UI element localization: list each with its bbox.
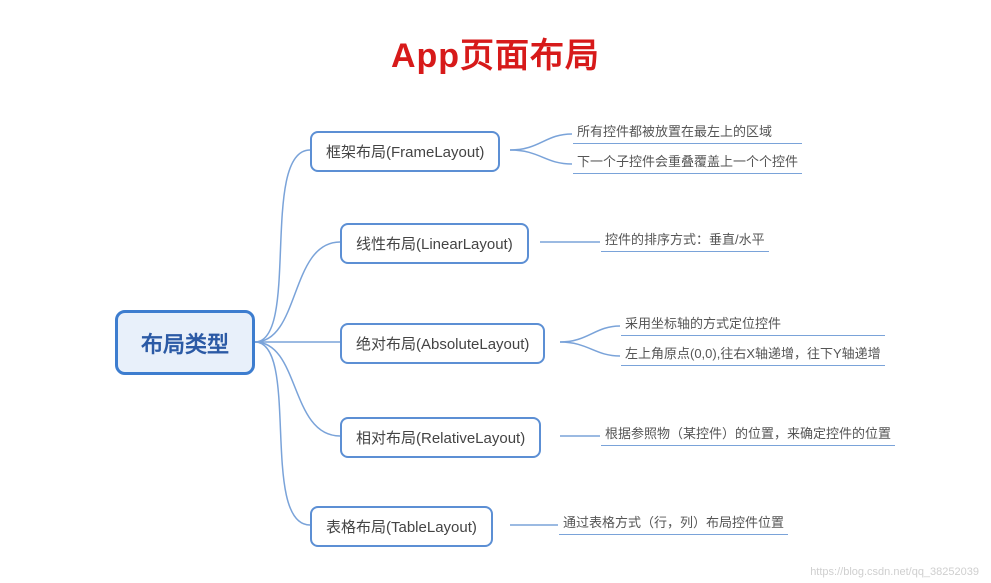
watermark-text: https://blog.csdn.net/qq_38252039 <box>810 566 979 578</box>
branch-node-absolute-layout: 绝对布局(AbsoluteLayout) <box>340 323 545 364</box>
leaf-group-relative-layout: 根据参照物（某控件）的位置，来确定控件的位置 <box>601 422 895 446</box>
leaf-group-linear-layout: 控件的排序方式：垂直/水平 <box>601 228 769 252</box>
leaf-group-frame-layout: 所有控件都被放置在最左上的区域 下一个子控件会重叠覆盖上一个个控件 <box>573 120 802 174</box>
leaf-group-table-layout: 通过表格方式（行，列）布局控件位置 <box>559 511 788 535</box>
leaf-node: 根据参照物（某控件）的位置，来确定控件的位置 <box>601 422 895 446</box>
branch-label: 绝对布局(AbsoluteLayout) <box>356 333 529 354</box>
root-label: 布局类型 <box>141 327 229 359</box>
leaf-node: 所有控件都被放置在最左上的区域 <box>573 120 802 144</box>
leaf-node: 通过表格方式（行，列）布局控件位置 <box>559 511 788 535</box>
leaf-node: 下一个子控件会重叠覆盖上一个个控件 <box>573 150 802 174</box>
leaf-node: 控件的排序方式：垂直/水平 <box>601 228 769 252</box>
root-node: 布局类型 <box>115 310 255 375</box>
branch-node-table-layout: 表格布局(TableLayout) <box>310 506 493 547</box>
leaf-node: 采用坐标轴的方式定位控件 <box>621 312 885 336</box>
branch-node-frame-layout: 框架布局(FrameLayout) <box>310 131 500 172</box>
branch-label: 相对布局(RelativeLayout) <box>356 427 525 448</box>
branch-label: 表格布局(TableLayout) <box>326 516 477 537</box>
branch-label: 线性布局(LinearLayout) <box>356 233 513 254</box>
leaf-group-absolute-layout: 采用坐标轴的方式定位控件 左上角原点(0,0),往右X轴递增，往下Y轴递增 <box>621 312 885 366</box>
branch-label: 框架布局(FrameLayout) <box>326 141 484 162</box>
branch-node-relative-layout: 相对布局(RelativeLayout) <box>340 417 541 458</box>
connector-lines <box>0 0 991 583</box>
diagram-title: App页面布局 <box>391 28 600 77</box>
branch-node-linear-layout: 线性布局(LinearLayout) <box>340 223 529 264</box>
leaf-node: 左上角原点(0,0),往右X轴递增，往下Y轴递增 <box>621 342 885 366</box>
